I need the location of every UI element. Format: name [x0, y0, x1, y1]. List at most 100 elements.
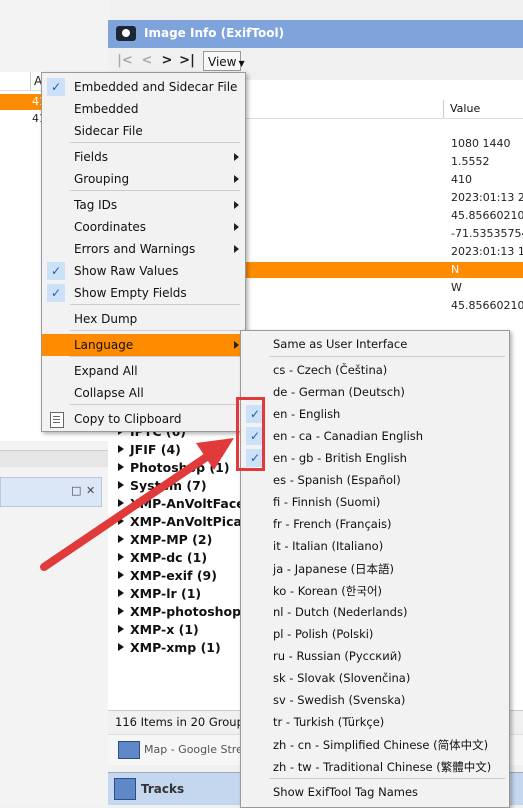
group-label: XMP-lr (1) — [130, 586, 202, 601]
menu-item-embedded-and-sidecar-file[interactable]: ✓ Embedded and Sidecar File — [42, 76, 245, 98]
group-label: XMP-AnVoltFace — [130, 496, 245, 511]
language-option-label: Show ExifTool Tag Names — [273, 785, 419, 799]
skip-last-icon[interactable]: >| — [178, 52, 196, 70]
language-option[interactable]: fr - French (Français) — [241, 513, 509, 535]
group-tree-item[interactable]: Photoshop (1) — [118, 460, 230, 476]
group-tree-item[interactable]: System (7) — [118, 478, 207, 494]
value-column-header[interactable]: Value — [450, 102, 480, 115]
language-option[interactable]: zh - cn - Simplified Chinese (简体中文) — [241, 733, 509, 755]
language-option[interactable]: ✓ en - gb - British English — [241, 447, 509, 469]
expand-triangle-icon[interactable] — [118, 571, 124, 579]
group-tree-item[interactable]: XMP-lr (1) — [118, 586, 201, 602]
menu-item-fields[interactable]: Fields — [42, 146, 245, 168]
menu-separator — [70, 304, 240, 305]
expand-triangle-icon[interactable] — [118, 625, 124, 633]
language-option[interactable]: ✓ en - ca - Canadian English — [241, 425, 509, 447]
menu-item-tag-ids[interactable]: Tag IDs — [42, 194, 245, 216]
language-option[interactable]: it - Italian (Italiano) — [241, 535, 509, 557]
language-option[interactable]: pl - Polish (Polski) — [241, 623, 509, 645]
expand-triangle-icon[interactable] — [118, 553, 124, 561]
group-tree-item[interactable]: XMP-AnVoltFace — [118, 496, 245, 512]
checkmark-icon: ✓ — [47, 262, 65, 280]
language-option[interactable]: ja - Japanese (日本語) — [241, 557, 509, 579]
expand-triangle-icon[interactable] — [118, 643, 124, 651]
checkmark-icon: ✓ — [47, 284, 65, 302]
menu-item-grouping[interactable]: Grouping — [42, 168, 245, 190]
language-option[interactable]: es - Spanish (Español) — [241, 469, 509, 491]
menu-item-sidecar-file[interactable]: Sidecar File — [42, 120, 245, 142]
column-separator[interactable] — [30, 72, 31, 90]
table-cell-value: 2023:01:13 20: — [451, 191, 523, 204]
language-option[interactable]: Show ExifTool Tag Names — [241, 781, 509, 803]
next-icon[interactable]: > — [158, 52, 176, 70]
prev-icon[interactable]: < — [138, 52, 156, 70]
language-option-label: fi - Finnish (Suomi) — [273, 495, 381, 509]
language-option[interactable]: ✓ en - English — [241, 403, 509, 425]
menu-item-show-raw-values[interactable]: ✓ Show Raw Values — [42, 260, 245, 282]
language-option[interactable]: sv - Swedish (Svenska) — [241, 689, 509, 711]
menu-item-show-empty-fields[interactable]: ✓ Show Empty Fields — [42, 282, 245, 304]
menu-item-errors-and-warnings[interactable]: Errors and Warnings — [42, 238, 245, 260]
menu-item-language[interactable]: Language — [42, 334, 245, 356]
language-option-label: nl - Dutch (Nederlands) — [273, 605, 408, 619]
menu-item-label: Copy to Clipboard — [74, 412, 182, 426]
restore-icon[interactable]: □ — [71, 484, 81, 497]
group-tree-item[interactable]: XMP-exif (9) — [118, 568, 217, 584]
expand-triangle-icon[interactable] — [118, 481, 124, 489]
language-option[interactable]: sk - Slovak (Slovenčina) — [241, 667, 509, 689]
menu-item-copy-to-clipboard[interactable]: Copy to Clipboard — [42, 408, 245, 430]
group-tree-item[interactable]: XMP-dc (1) — [118, 550, 207, 566]
group-tree-item[interactable]: XMP-xmp (1) — [118, 640, 221, 656]
expand-triangle-icon[interactable] — [118, 589, 124, 597]
menu-item-hex-dump[interactable]: Hex Dump — [42, 308, 245, 330]
language-option[interactable]: Same as User Interface — [241, 333, 509, 355]
language-option-label: en - gb - British English — [273, 451, 407, 465]
language-option[interactable]: ru - Russian (Русский) — [241, 645, 509, 667]
menu-item-collapse-all[interactable]: Collapse All — [42, 382, 245, 404]
group-tree-item[interactable]: JFIF (4) — [118, 442, 181, 458]
skip-first-icon[interactable]: |< — [116, 52, 134, 70]
menu-item-embedded[interactable]: Embedded — [42, 98, 245, 120]
checkmark-icon: ✓ — [47, 78, 65, 96]
expand-triangle-icon[interactable] — [118, 463, 124, 471]
group-tree-item[interactable]: XMP-MP (2) — [118, 532, 212, 548]
language-option-label: es - Spanish (Español) — [273, 473, 401, 487]
view-button-label: View — [208, 55, 237, 69]
language-option[interactable]: fi - Finnish (Suomi) — [241, 491, 509, 513]
view-menu-button[interactable]: View ▼ — [203, 51, 245, 71]
menu-item-expand-all[interactable]: Expand All — [42, 360, 245, 382]
menu-item-label: Hex Dump — [74, 312, 138, 326]
expand-triangle-icon[interactable] — [118, 445, 124, 453]
language-option-label: ru - Russian (Русский) — [273, 649, 402, 663]
menu-item-coordinates[interactable]: Coordinates — [42, 216, 245, 238]
language-option[interactable]: zh - tw - Traditional Chinese (繁體中文) — [241, 755, 509, 777]
language-option[interactable]: ko - Korean (한국어) — [241, 579, 509, 601]
language-option-label: it - Italian (Italiano) — [273, 539, 384, 553]
left-scrollbar[interactable] — [0, 450, 110, 467]
menu-separator — [269, 778, 505, 779]
table-cell-value: 2023:01:13 15: — [451, 245, 523, 258]
menu-separator — [70, 330, 240, 331]
language-submenu: Same as User Interface cs - Czech (Češtin… — [240, 330, 510, 808]
menu-item-label: Errors and Warnings — [74, 242, 196, 256]
expand-triangle-icon[interactable] — [118, 499, 124, 507]
language-option-label: sv - Swedish (Svenska) — [273, 693, 406, 707]
expand-triangle-icon[interactable] — [118, 607, 124, 615]
group-tree-item[interactable]: XMP-x (1) — [118, 622, 199, 638]
language-option[interactable]: tr - Turkish (Türkçe) — [241, 711, 509, 733]
language-option-label: en - ca - Canadian English — [273, 429, 424, 443]
tracks-icon — [114, 778, 136, 800]
group-tree-item[interactable]: XMP-photoshop ( — [118, 604, 251, 620]
column-separator[interactable] — [443, 100, 444, 118]
table-cell-value: 45.8566021000 — [451, 299, 523, 312]
expand-triangle-icon[interactable] — [118, 517, 124, 525]
language-option[interactable]: de - German (Deutsch) — [241, 381, 509, 403]
group-tree-item[interactable]: XMP-AnVoltPicas — [118, 514, 249, 530]
expand-triangle-icon[interactable] — [118, 535, 124, 543]
close-icon[interactable]: ✕ — [86, 484, 95, 497]
menu-item-label: Grouping — [74, 172, 130, 186]
tracks-tab-label: Tracks — [141, 782, 185, 796]
language-option[interactable]: nl - Dutch (Nederlands) — [241, 601, 509, 623]
menu-item-label: Sidecar File — [74, 124, 143, 138]
language-option[interactable]: cs - Czech (Čeština) — [241, 359, 509, 381]
